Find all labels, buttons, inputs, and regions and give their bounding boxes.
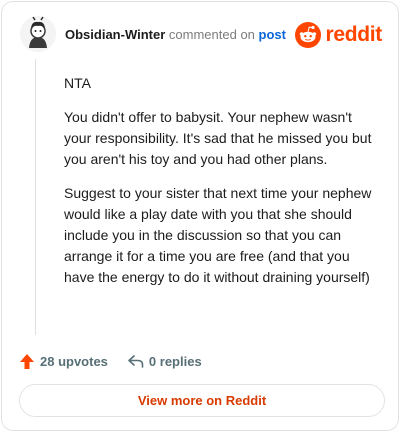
comment-body: NTA You didn't offer to babysit. Your ne…	[64, 73, 382, 301]
byline-verb: commented on	[168, 27, 255, 42]
replies-button[interactable]: 0 replies	[127, 354, 202, 369]
embedded-comment-card: Obsidian-Winter commented on post reddit…	[1, 1, 399, 431]
upvote-arrow-icon	[20, 353, 34, 369]
comment-actions: 28 upvotes 0 replies	[19, 350, 202, 372]
reddit-logo[interactable]: reddit	[295, 21, 382, 49]
post-link[interactable]: post	[259, 27, 286, 42]
upvote-button[interactable]: 28 upvotes	[19, 353, 108, 370]
username-link[interactable]: Obsidian-Winter	[65, 27, 165, 42]
reddit-wordmark: reddit	[325, 23, 382, 46]
reply-count: 0 replies	[148, 353, 202, 369]
comment-paragraph: You didn't offer to babysit. Your nephew…	[64, 109, 372, 167]
thread-line	[35, 59, 36, 335]
comment-header: Obsidian-Winter commented on post reddit	[16, 16, 384, 54]
comment-paragraph: NTA	[64, 75, 91, 91]
comment-byline: Obsidian-Winter commented on post	[65, 27, 286, 42]
upvote-count: 28 upvotes	[40, 353, 108, 369]
reddit-snoo-icon	[295, 22, 322, 48]
reply-arrow-icon	[128, 355, 144, 368]
view-more-button[interactable]: View more on Reddit	[19, 384, 385, 417]
user-avatar[interactable]	[20, 16, 56, 52]
comment-paragraph: Suggest to your sister that next time yo…	[64, 185, 372, 285]
